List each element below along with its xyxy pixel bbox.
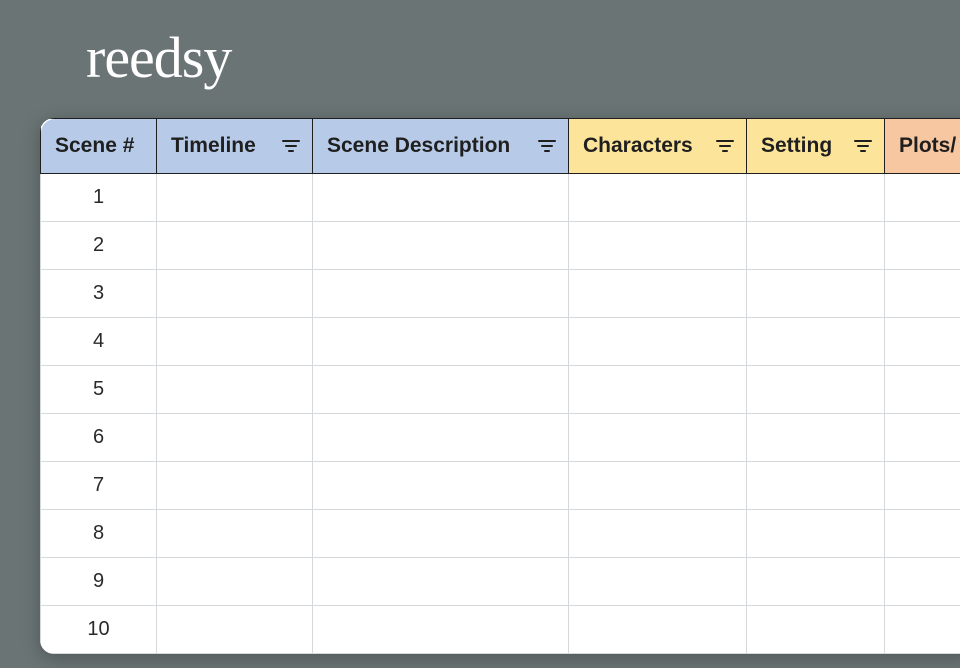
col-label: Scene # — [55, 134, 134, 158]
cell[interactable] — [313, 318, 569, 366]
col-label: Setting — [761, 134, 832, 158]
cell[interactable] — [569, 366, 747, 414]
cell[interactable] — [885, 318, 960, 366]
cell[interactable] — [313, 510, 569, 558]
table-row: 9 — [41, 558, 960, 606]
col-header-scene-description[interactable]: Scene Description — [313, 119, 569, 174]
cell[interactable] — [157, 318, 313, 366]
table-row: 8 — [41, 510, 960, 558]
cell[interactable] — [569, 222, 747, 270]
col-header-characters[interactable]: Characters — [569, 119, 747, 174]
cell[interactable] — [157, 462, 313, 510]
cell[interactable] — [569, 270, 747, 318]
col-label: Timeline — [171, 134, 256, 158]
col-label: Characters — [583, 134, 693, 158]
cell-scene-num[interactable]: 7 — [41, 462, 157, 510]
cell[interactable] — [157, 174, 313, 222]
table-row: 10 — [41, 606, 960, 654]
cell-scene-num[interactable]: 10 — [41, 606, 157, 654]
cell[interactable] — [313, 174, 569, 222]
cell[interactable] — [157, 366, 313, 414]
spreadsheet: Scene # Timeline Scene Description — [40, 118, 960, 654]
cell[interactable] — [313, 414, 569, 462]
cell[interactable] — [747, 414, 885, 462]
cell-scene-num[interactable]: 1 — [41, 174, 157, 222]
cell[interactable] — [569, 414, 747, 462]
cell[interactable] — [885, 270, 960, 318]
table-row: 7 — [41, 462, 960, 510]
cell-scene-num[interactable]: 5 — [41, 366, 157, 414]
cell[interactable] — [747, 222, 885, 270]
cell[interactable] — [313, 558, 569, 606]
col-header-setting[interactable]: Setting — [747, 119, 885, 174]
table-row: 5 — [41, 366, 960, 414]
cell[interactable] — [157, 558, 313, 606]
cell[interactable] — [747, 318, 885, 366]
cell[interactable] — [747, 174, 885, 222]
col-label: Plots/ — [899, 134, 956, 158]
cell[interactable] — [313, 606, 569, 654]
cell[interactable] — [747, 558, 885, 606]
cell[interactable] — [885, 222, 960, 270]
scene-table: Scene # Timeline Scene Description — [40, 118, 960, 654]
cell[interactable] — [313, 270, 569, 318]
cell[interactable] — [157, 510, 313, 558]
cell[interactable] — [747, 462, 885, 510]
cell[interactable] — [747, 270, 885, 318]
cell[interactable] — [885, 174, 960, 222]
cell[interactable] — [313, 222, 569, 270]
cell[interactable] — [747, 510, 885, 558]
filter-icon[interactable] — [854, 139, 872, 153]
cell[interactable] — [885, 558, 960, 606]
cell[interactable] — [885, 462, 960, 510]
cell[interactable] — [569, 510, 747, 558]
brand-logo: reedsy — [86, 24, 231, 91]
filter-icon[interactable] — [716, 139, 734, 153]
cell[interactable] — [569, 558, 747, 606]
cell[interactable] — [885, 414, 960, 462]
cell[interactable] — [885, 366, 960, 414]
cell[interactable] — [569, 462, 747, 510]
cell[interactable] — [569, 174, 747, 222]
cell-scene-num[interactable]: 4 — [41, 318, 157, 366]
cell[interactable] — [569, 606, 747, 654]
table-row: 4 — [41, 318, 960, 366]
cell[interactable] — [157, 606, 313, 654]
cell[interactable] — [569, 318, 747, 366]
filter-icon[interactable] — [538, 139, 556, 153]
col-label: Scene Description — [327, 134, 510, 158]
col-header-plots[interactable]: Plots/ — [885, 119, 960, 174]
cell[interactable] — [157, 222, 313, 270]
cell-scene-num[interactable]: 2 — [41, 222, 157, 270]
table-row: 6 — [41, 414, 960, 462]
filter-icon[interactable] — [282, 139, 300, 153]
table-row: 1 — [41, 174, 960, 222]
cell[interactable] — [157, 414, 313, 462]
cell-scene-num[interactable]: 6 — [41, 414, 157, 462]
col-header-scene-num[interactable]: Scene # — [41, 119, 157, 174]
cell[interactable] — [313, 462, 569, 510]
table-row: 3 — [41, 270, 960, 318]
cell-scene-num[interactable]: 8 — [41, 510, 157, 558]
cell[interactable] — [747, 366, 885, 414]
cell-scene-num[interactable]: 3 — [41, 270, 157, 318]
table-row: 2 — [41, 222, 960, 270]
cell[interactable] — [747, 606, 885, 654]
cell[interactable] — [313, 366, 569, 414]
cell[interactable] — [885, 510, 960, 558]
cell[interactable] — [885, 606, 960, 654]
cell-scene-num[interactable]: 9 — [41, 558, 157, 606]
cell[interactable] — [157, 270, 313, 318]
col-header-timeline[interactable]: Timeline — [157, 119, 313, 174]
